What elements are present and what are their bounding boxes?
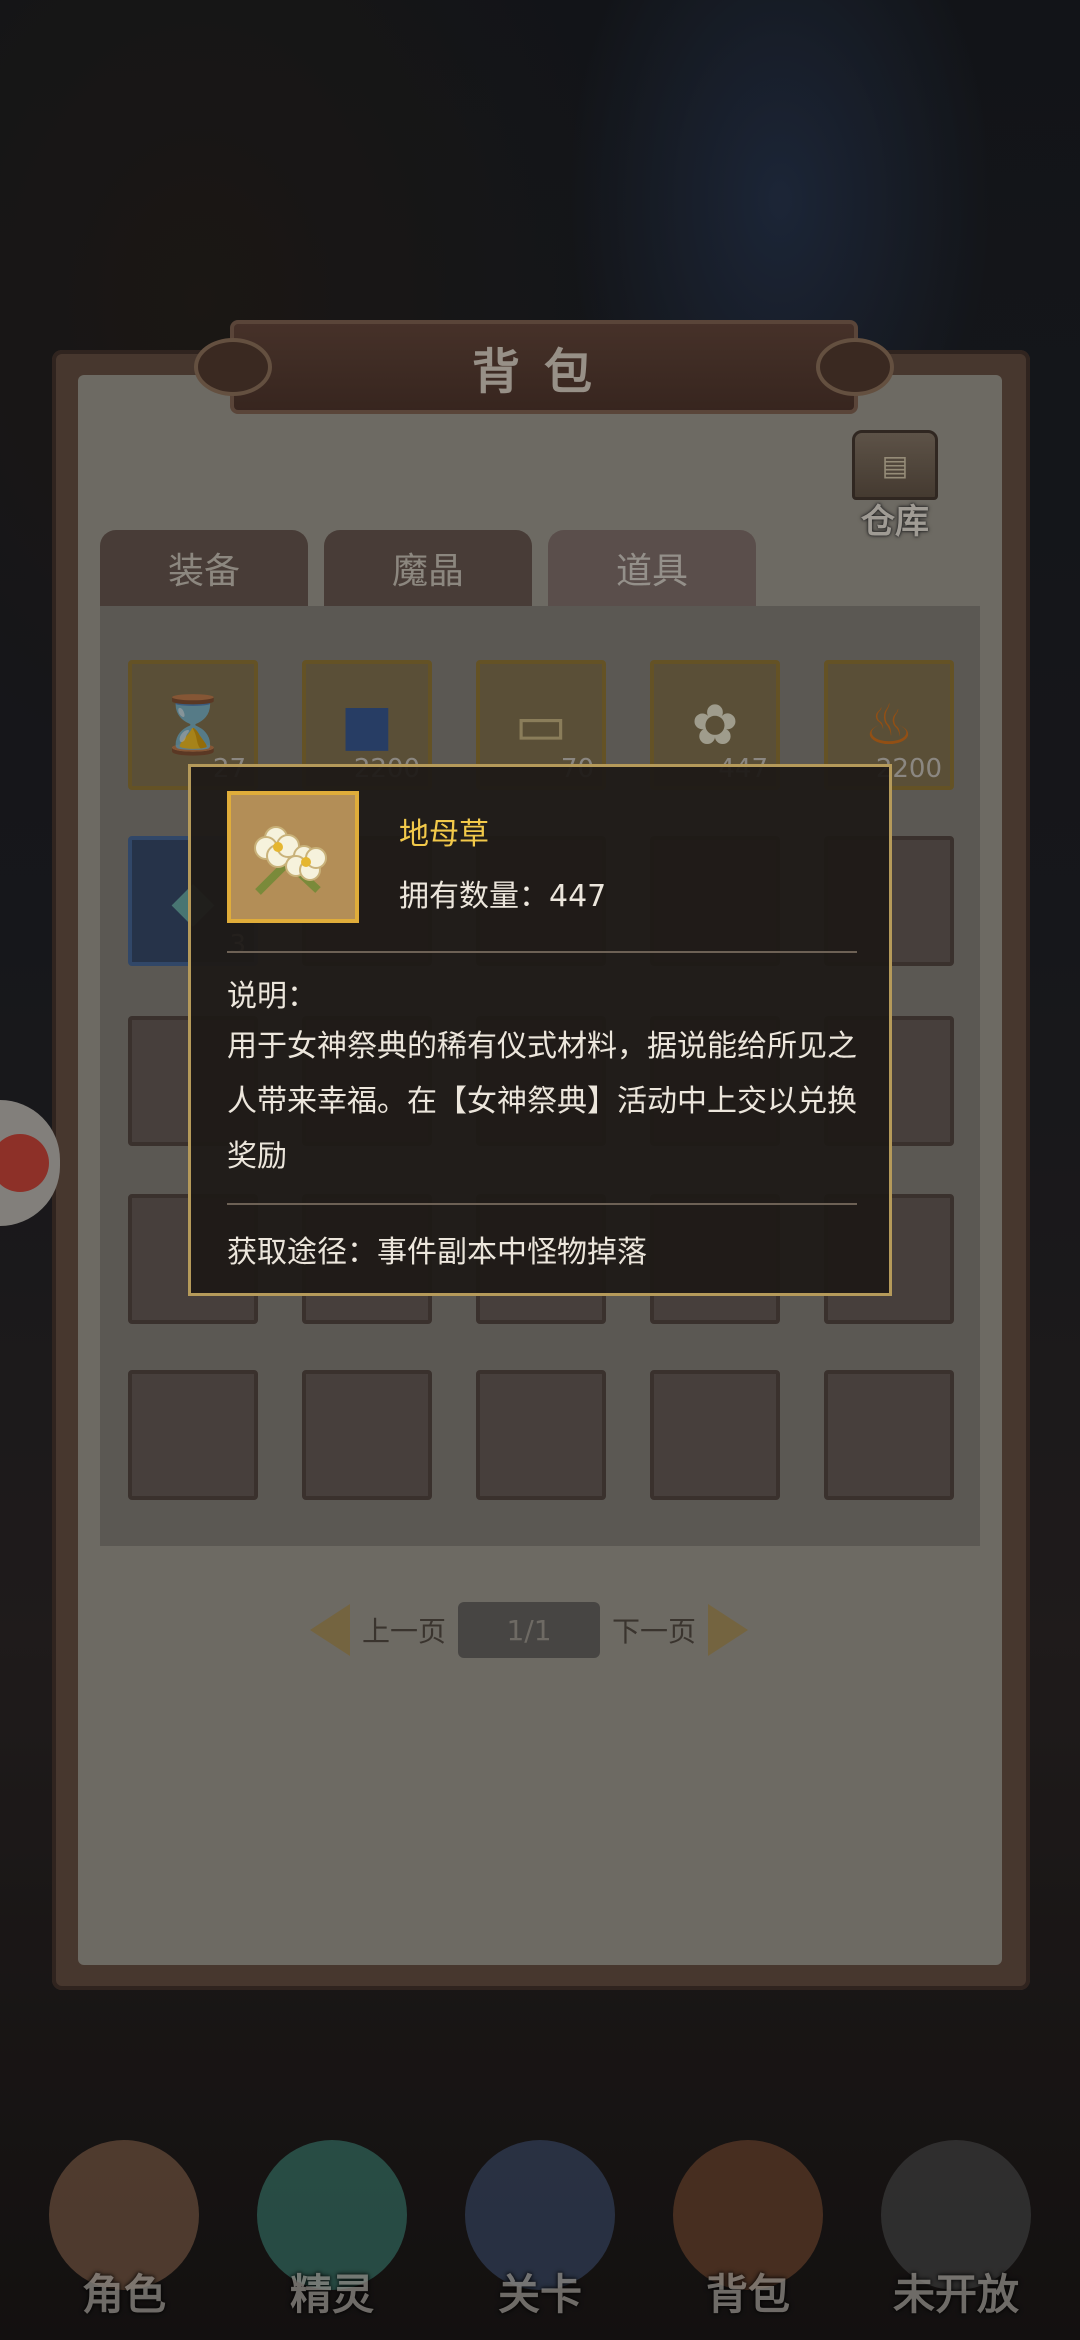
item-tooltip: 地母草 拥有数量：447 说明： 用于女神祭典的稀有仪式材料，据说能给所见之人带… — [188, 764, 892, 1296]
item-description: 用于女神祭典的稀有仪式材料，据说能给所见之人带来幸福。在【女神祭典】活动中上交以… — [227, 1029, 857, 1174]
item-quantity: 拥有数量：447 — [399, 879, 607, 914]
item-name: 地母草 — [399, 817, 489, 852]
item-icon-frame — [227, 791, 359, 923]
divider — [227, 1203, 857, 1205]
item-source: 获取途径：事件副本中怪物掉落 — [227, 1235, 647, 1270]
divider — [227, 951, 857, 953]
description-label: 说明： — [227, 979, 317, 1014]
flower-icon — [254, 826, 327, 895]
